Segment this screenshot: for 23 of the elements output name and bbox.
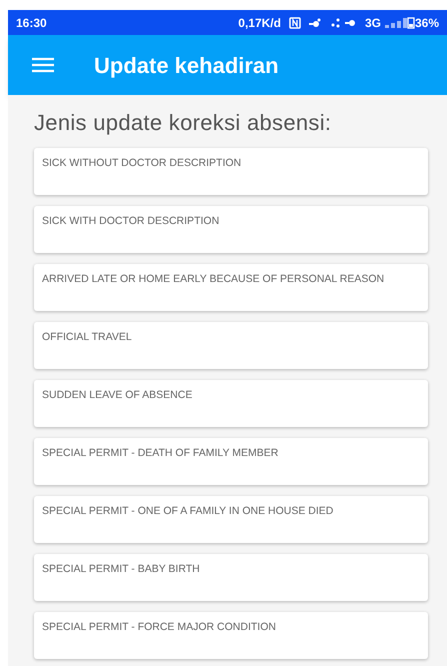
option-card[interactable]: SPECIAL PERMIT - DEATH OF FAMILY MEMBER — [34, 438, 428, 485]
battery-icon — [406, 16, 415, 28]
clock-time: 16:30 — [16, 14, 47, 32]
notification-icon — [308, 18, 321, 28]
network-type: 3G — [364, 14, 381, 32]
menu-icon — [32, 57, 54, 73]
signal-icon — [384, 18, 407, 28]
nfc-icon — [288, 16, 301, 28]
option-card[interactable]: SUDDEN LEAVE OF ABSENCE — [34, 380, 428, 427]
screen-title: Update kehadiran — [94, 52, 279, 80]
menu-button[interactable] — [30, 55, 56, 75]
option-card[interactable]: SICK WITHOUT DOCTOR DESCRIPTION — [34, 148, 428, 195]
option-card[interactable]: SPECIAL PERMIT - ONE OF A FAMILY IN ONE HOUSE DIED — [34, 496, 428, 543]
notification-icon — [344, 18, 357, 28]
option-card[interactable]: SICK WITH DOCTOR DESCRIPTION — [34, 206, 428, 253]
section-heading: Jenis update koreksi absensi: — [34, 109, 332, 137]
option-card[interactable]: SPECIAL PERMIT - FORCE MAJOR CONDITION — [34, 612, 428, 659]
battery-level: 36% — [414, 14, 439, 32]
option-card[interactable]: ARRIVED LATE OR HOME EARLY BECAUSE OF PERSONAL REASON — [34, 264, 428, 311]
network-speed: 0,17K/d — [238, 14, 281, 32]
option-card[interactable]: SPECIAL PERMIT - BABY BIRTH — [34, 554, 428, 601]
dots-icon — [330, 18, 341, 28]
option-card[interactable]: OFFICIAL TRAVEL — [34, 322, 428, 369]
